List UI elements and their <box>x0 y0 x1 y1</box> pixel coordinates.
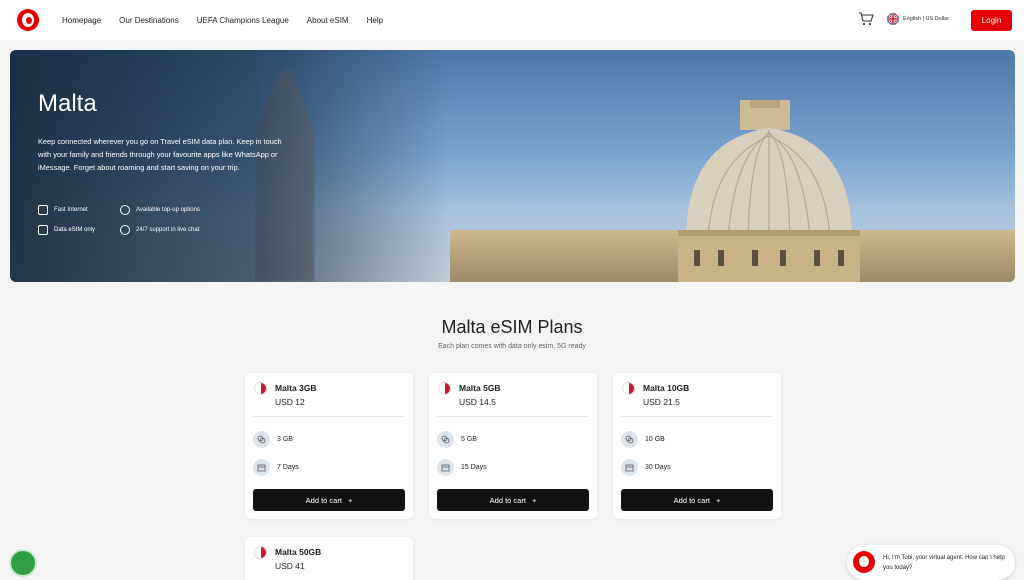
plan-data-row: 5 GB <box>437 431 477 448</box>
cookie-settings-button[interactable] <box>11 551 35 575</box>
nav-about-esim[interactable]: About eSIM <box>307 16 349 25</box>
nav-help[interactable]: Help <box>367 16 383 25</box>
plan-data-row: 3 GB <box>253 431 293 448</box>
data-icon <box>437 431 454 448</box>
hero-title: Malta <box>38 90 97 117</box>
plan-name: Malta 50GB <box>275 547 322 557</box>
vodafone-logo[interactable] <box>17 9 39 31</box>
plus-icon: + <box>347 495 353 505</box>
add-to-cart-label: Add to cart <box>489 495 526 505</box>
cart-icon[interactable] <box>858 12 874 26</box>
add-to-cart-button[interactable]: Add to cart + <box>621 489 773 511</box>
chat-message: Hi, I'm Tobi, your virtual agent. How ca… <box>883 555 1005 571</box>
malta-flag-icon <box>254 382 267 395</box>
main-nav: Homepage Our Destinations UEFA Champions… <box>62 0 401 40</box>
plan-price: USD 41 <box>275 561 305 571</box>
add-to-cart-label: Add to cart <box>305 495 342 505</box>
feature-label: 24/7 support in live chat <box>136 227 200 233</box>
divider <box>621 416 773 417</box>
calendar-icon <box>621 459 638 476</box>
login-button[interactable]: Login <box>971 10 1012 31</box>
uk-flag-icon <box>887 13 899 25</box>
plan-days: 15 Days <box>461 464 487 471</box>
feature-label: Fast Internet <box>54 207 88 213</box>
5g-icon <box>38 205 48 215</box>
feature-fast-internet: Fast Internet <box>38 205 88 215</box>
divider <box>437 416 589 417</box>
dome-image <box>678 100 860 282</box>
plan-days-row: 30 Days <box>621 459 671 476</box>
add-to-cart-button[interactable]: Add to cart + <box>253 489 405 511</box>
malta-flag-icon <box>254 546 267 559</box>
nav-destinations[interactable]: Our Destinations <box>119 16 179 25</box>
data-icon <box>253 431 270 448</box>
feature-label: Data eSIM only <box>54 227 96 233</box>
plan-name: Malta 5GB <box>459 383 501 393</box>
feature-support: 24/7 support in live chat <box>120 225 199 235</box>
plan-name: Malta 10GB <box>643 383 690 393</box>
plan-card: Malta 10GB USD 21.5 10 GB 30 Days Add to… <box>613 373 781 519</box>
plans-subtitle: Each plan comes with data only esim, 5G … <box>438 343 586 350</box>
hero-banner: Malta Keep connected wherever you go on … <box>10 50 1015 282</box>
divider <box>253 416 405 417</box>
plan-days: 7 Days <box>277 464 299 471</box>
plus-icon: + <box>531 495 537 505</box>
plan-name: Malta 3GB <box>275 383 317 393</box>
nav-homepage[interactable]: Homepage <box>62 16 101 25</box>
plan-price: USD 12 <box>275 397 305 407</box>
nav-uefa[interactable]: UEFA Champions League <box>197 16 289 25</box>
plan-card: Malta 5GB USD 14.5 5 GB 15 Days Add to c… <box>429 373 597 519</box>
plan-days: 30 Days <box>645 464 671 471</box>
plans-title: Malta eSIM Plans <box>441 317 583 337</box>
plan-days-row: 7 Days <box>253 459 299 476</box>
plan-card: Malta 3GB USD 12 3 GB 7 Days Add to cart… <box>245 373 413 519</box>
plan-data: 5 GB <box>461 436 477 443</box>
globe-icon <box>120 205 130 215</box>
plan-data: 10 GB <box>645 436 665 443</box>
calendar-icon <box>253 459 270 476</box>
plan-data: 3 GB <box>277 436 293 443</box>
hero-description: Keep connected wherever you go on Travel… <box>38 137 282 172</box>
sim-icon <box>38 225 48 235</box>
plus-icon: + <box>715 495 721 505</box>
language-selector[interactable]: English | US Dollar <box>887 13 949 25</box>
feature-data-esim: Data eSIM only <box>38 225 95 235</box>
data-icon <box>621 431 638 448</box>
language-label: English | US Dollar <box>903 16 950 22</box>
malta-flag-icon <box>438 382 451 395</box>
chat-icon <box>120 225 130 235</box>
plan-days-row: 15 Days <box>437 459 487 476</box>
calendar-icon <box>437 459 454 476</box>
add-to-cart-button[interactable]: Add to cart + <box>437 489 589 511</box>
add-to-cart-label: Add to cart <box>673 495 710 505</box>
plan-card: Malta 50GB USD 41 <box>245 537 413 580</box>
plan-price: USD 21.5 <box>643 397 680 407</box>
plan-data-row: 10 GB <box>621 431 665 448</box>
malta-flag-icon <box>622 382 635 395</box>
feature-top-up: Available top-up options <box>120 205 200 215</box>
chat-widget[interactable]: Hi, I'm Tobi, your virtual agent. How ca… <box>847 545 1015 580</box>
feature-label: Available top-up options <box>136 207 200 213</box>
tobi-avatar <box>853 551 875 573</box>
plan-price: USD 14.5 <box>459 397 496 407</box>
top-header: Homepage Our Destinations UEFA Champions… <box>0 0 1024 40</box>
